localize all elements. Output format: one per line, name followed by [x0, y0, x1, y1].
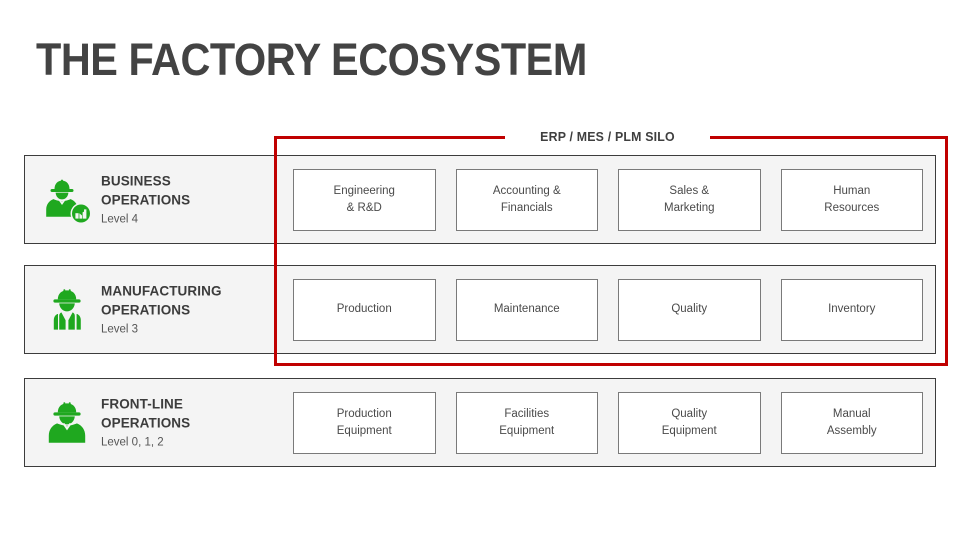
row-business-box-strip: Engineering & R&D Accounting & Financial…	[293, 168, 923, 231]
row-title-line2: OPERATIONS	[101, 415, 191, 431]
row-business-operations: BUSINESS OPERATIONS Level 4 Engineering …	[24, 155, 936, 244]
unit-box[interactable]: Facilities Equipment	[455, 391, 598, 454]
row-business-header: BUSINESS OPERATIONS Level 4	[101, 171, 276, 228]
worker-plain-icon	[39, 395, 95, 451]
unit-box[interactable]: Production	[293, 278, 436, 341]
row-front-line-header: FRONT-LINE OPERATIONS Level 0, 1, 2	[101, 394, 276, 451]
unit-box[interactable]: Inventory	[780, 278, 923, 341]
unit-box[interactable]: Manual Assembly	[780, 391, 923, 454]
unit-box[interactable]: Sales & Marketing	[618, 168, 761, 231]
row-level-label: Level 0, 1, 2	[101, 435, 164, 448]
unit-box[interactable]: Engineering & R&D	[293, 168, 436, 231]
row-title-line1: MANUFACTURING	[101, 282, 222, 298]
silo-label: ERP / MES / PLM SILO	[540, 129, 675, 144]
row-level-label: Level 3	[101, 322, 139, 335]
row-level-label: Level 4	[101, 212, 139, 225]
row-title-line1: FRONT-LINE	[101, 395, 183, 411]
row-front-line-operations: FRONT-LINE OPERATIONS Level 0, 1, 2 Prod…	[24, 378, 936, 467]
row-title-line2: OPERATIONS	[101, 192, 191, 208]
row-manufacturing-header: MANUFACTURING OPERATIONS Level 3	[101, 281, 276, 338]
worker-vest-icon	[39, 282, 95, 338]
page-title: THE FACTORY ECOSYSTEM	[36, 34, 587, 85]
worker-business-icon	[39, 172, 95, 228]
row-manufacturing-operations: MANUFACTURING OPERATIONS Level 3 Product…	[24, 265, 936, 354]
slide-canvas: THE FACTORY ECOSYSTEM BUSINESS OPERATION…	[0, 0, 960, 540]
row-title-line1: BUSINESS	[101, 172, 171, 188]
unit-box[interactable]: Quality	[618, 278, 761, 341]
unit-box[interactable]: Maintenance	[455, 278, 598, 341]
unit-box[interactable]: Human Resources	[780, 168, 923, 231]
unit-box[interactable]: Accounting & Financials	[455, 168, 598, 231]
row-title-line2: OPERATIONS	[101, 302, 191, 318]
row-front-line-box-strip: Production Equipment Facilities Equipmen…	[293, 391, 923, 454]
row-manufacturing-box-strip: Production Maintenance Quality Inventory	[293, 278, 923, 341]
unit-box[interactable]: Quality Equipment	[618, 391, 761, 454]
unit-box[interactable]: Production Equipment	[293, 391, 436, 454]
